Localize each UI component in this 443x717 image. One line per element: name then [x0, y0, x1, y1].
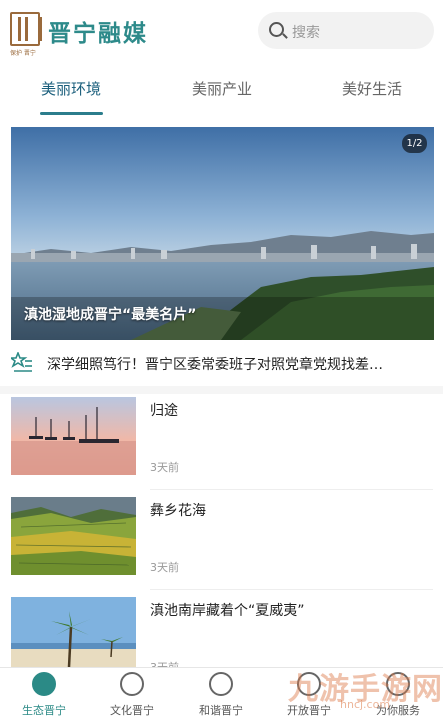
notice-bar[interactable]: 深学细照笃行！晋宁区委常委班子对照党章党规找差… [0, 344, 443, 384]
news-list-item[interactable]: 归途 3天前 [0, 397, 443, 497]
category-tabs: 美丽环境 美丽产业 美好生活 [0, 62, 443, 116]
news-thumbnail [11, 397, 136, 475]
hero-banner[interactable]: 1/2 滇池湿地成晋宁“最美名片” [11, 127, 434, 340]
search-icon [269, 22, 284, 37]
section-divider [0, 386, 443, 394]
news-title: 彝乡花海 [150, 503, 206, 519]
eco-icon [32, 672, 56, 696]
nav-harmony-jinning[interactable]: 和谐晋宁 [177, 672, 265, 717]
logo-subtitle: 保护 晋宁 [10, 50, 36, 57]
bottom-navigation: 生态晋宁 文化晋宁 和谐晋宁 开放晋宁 为你服务 [0, 667, 443, 717]
logo-emblem-icon [10, 12, 42, 46]
nav-label: 文化晋宁 [110, 704, 154, 717]
banner-caption: 滇池湿地成晋宁“最美名片” [24, 307, 197, 323]
service-icon [386, 672, 410, 696]
active-tab-indicator [40, 112, 103, 115]
culture-icon [120, 672, 144, 696]
news-timestamp: 3天前 [150, 561, 179, 574]
search-placeholder: 搜索 [292, 25, 320, 41]
news-thumbnail [11, 497, 136, 575]
news-title: 滇池南岸藏着个“夏威夷” [150, 603, 305, 619]
nav-open-jinning[interactable]: 开放晋宁 [265, 672, 353, 717]
nav-service[interactable]: 为你服务 [354, 672, 442, 717]
nav-label: 和谐晋宁 [199, 704, 243, 717]
notice-star-icon [11, 352, 32, 372]
notice-headline: 深学细照笃行！晋宁区委常委班子对照党章党规找差… [47, 357, 383, 373]
tab-beautiful-environment[interactable]: 美丽环境 [41, 78, 101, 99]
news-timestamp: 3天前 [150, 461, 179, 474]
harmony-icon [209, 672, 233, 696]
nav-label: 生态晋宁 [22, 704, 66, 717]
row-divider [150, 589, 433, 590]
banner-page-indicator: 1/2 [402, 134, 427, 153]
news-title: 归途 [150, 403, 178, 419]
news-thumbnail [11, 597, 136, 667]
open-icon [297, 672, 321, 696]
nav-culture-jinning[interactable]: 文化晋宁 [88, 672, 176, 717]
logo-title: 晋宁融媒 [48, 21, 148, 47]
nav-label: 开放晋宁 [287, 704, 331, 717]
nav-label: 为你服务 [376, 704, 420, 717]
tab-good-life[interactable]: 美好生活 [342, 78, 402, 99]
app-logo[interactable]: 保护 晋宁 晋宁融媒 [10, 12, 160, 57]
row-divider [150, 489, 433, 490]
nav-eco-jinning[interactable]: 生态晋宁 [0, 672, 88, 717]
app-header: 保护 晋宁 晋宁融媒 搜索 [0, 0, 443, 62]
search-input[interactable]: 搜索 [258, 12, 434, 49]
news-list-item[interactable]: 彝乡花海 3天前 [0, 497, 443, 597]
tab-beautiful-industry[interactable]: 美丽产业 [192, 78, 252, 99]
